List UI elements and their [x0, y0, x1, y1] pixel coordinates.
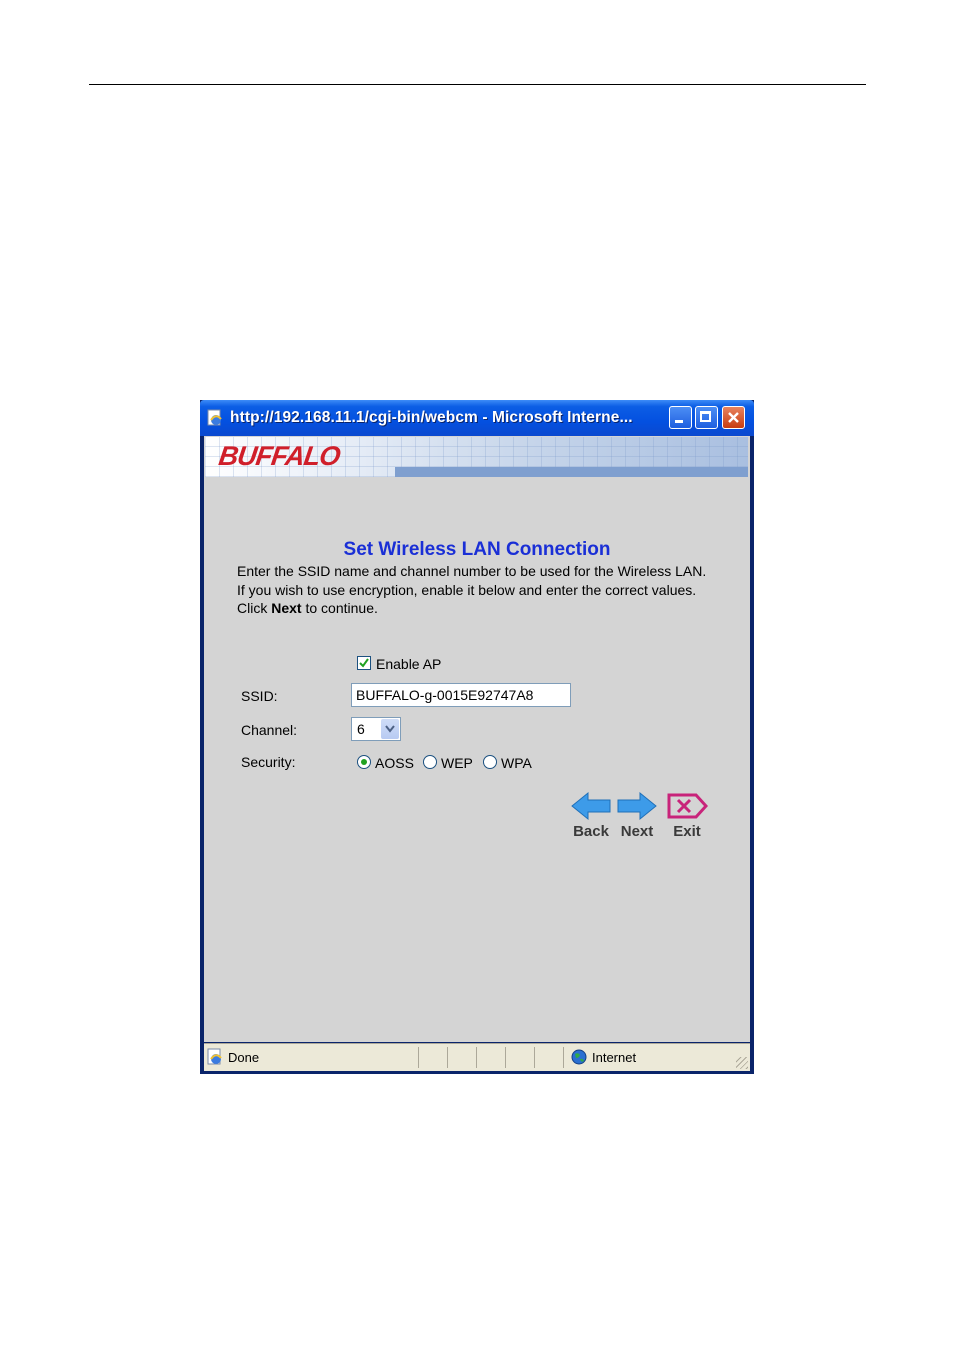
close-icon [728, 412, 739, 423]
resize-grip[interactable] [736, 1057, 748, 1069]
ie-page-icon [207, 409, 222, 426]
ssid-input[interactable] [351, 683, 571, 707]
next-button[interactable]: Next [616, 790, 658, 840]
status-divider [447, 1047, 448, 1068]
exit-icon [667, 793, 708, 819]
maximize-icon [700, 411, 711, 422]
next-label: Next [620, 823, 654, 840]
exit-label: Exit [673, 823, 701, 840]
back-arrow-icon [571, 791, 611, 821]
status-bar: Done Internet [204, 1043, 750, 1071]
page-content: BUFFALO Set Wireless LAN Connection Ente… [204, 436, 750, 1042]
close-button[interactable] [722, 406, 745, 429]
channel-value: 6 [357, 721, 365, 737]
enable-ap-checkbox[interactable] [357, 656, 371, 670]
security-option-wpa: WPA [501, 755, 532, 771]
title-bar[interactable]: http://192.168.11.1/cgi-bin/webcm - Micr… [200, 400, 754, 436]
channel-dropdown-button[interactable] [381, 719, 399, 739]
enable-ap-label: Enable AP [376, 656, 442, 672]
instructions-text: Enter the SSID name and channel number t… [237, 562, 717, 618]
security-option-wep: WEP [441, 755, 473, 771]
page-title: Set Wireless LAN Connection [343, 539, 611, 560]
security-radio-wpa[interactable] [483, 755, 497, 769]
status-divider [563, 1047, 564, 1068]
security-label: Security: [241, 754, 296, 770]
radio-selected-dot [361, 759, 367, 765]
minimize-button[interactable] [669, 406, 692, 429]
browser-window: http://192.168.11.1/cgi-bin/webcm - Micr… [200, 400, 754, 1074]
instructions-part-2: to continue. [301, 600, 378, 616]
banner-stripe [395, 467, 748, 477]
back-button[interactable]: Back [568, 790, 614, 840]
status-divider [505, 1047, 506, 1068]
ssid-label: SSID: [241, 688, 278, 704]
buffalo-banner: BUFFALO [205, 437, 748, 477]
checkmark-icon [359, 658, 369, 668]
maximize-button[interactable] [695, 406, 718, 429]
status-divider [418, 1047, 419, 1068]
page-top-rule [89, 84, 866, 85]
channel-select[interactable]: 6 [351, 717, 401, 741]
globe-icon [571, 1049, 587, 1065]
security-radio-wep[interactable] [423, 755, 437, 769]
zone-text: Internet [592, 1050, 637, 1065]
back-label: Back [573, 823, 609, 840]
chevron-down-icon [385, 725, 395, 733]
window-title: http://192.168.11.1/cgi-bin/webcm - Micr… [230, 409, 633, 426]
instructions-next-bold: Next [271, 600, 302, 616]
buffalo-logo: BUFFALO [216, 441, 342, 471]
status-divider [534, 1047, 535, 1068]
next-arrow-icon [617, 791, 657, 821]
channel-label: Channel: [241, 722, 298, 738]
status-divider [476, 1047, 477, 1068]
exit-button[interactable]: Exit [666, 790, 708, 840]
minimize-icon [675, 420, 683, 423]
status-text: Done [228, 1050, 260, 1065]
ie-page-icon [207, 1048, 222, 1065]
security-radio-aoss[interactable] [357, 755, 371, 769]
security-option-aoss: AOSS [375, 755, 414, 771]
